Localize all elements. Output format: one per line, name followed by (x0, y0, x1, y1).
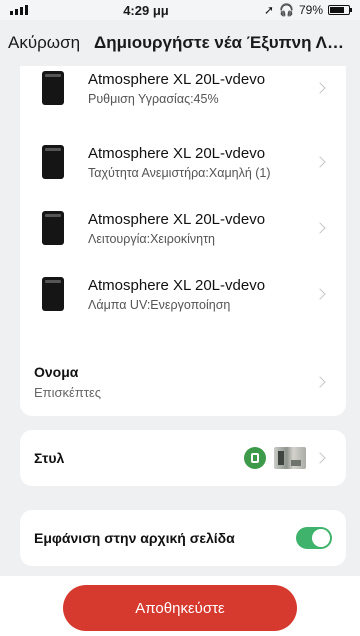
style-background-thumbnail (274, 447, 306, 469)
humidifier-icon (42, 145, 64, 179)
show-on-home-row: Εμφάνιση στην αρχική σελίδα (20, 510, 346, 566)
actions-card: Atmosphere XL 20L-vdevo Ρυθμιση Υγρασίας… (20, 66, 346, 394)
name-value: Επισκέπτες (34, 385, 102, 400)
style-row[interactable]: Στυλ (20, 430, 346, 486)
show-on-home-toggle[interactable] (296, 527, 332, 549)
device-row[interactable]: Atmosphere XL 20L-vdevo Λάμπα UV:Ενεργοπ… (20, 262, 346, 326)
device-row[interactable]: Atmosphere XL 20L-vdevo Λειτουργία:Χειρο… (20, 196, 346, 260)
chevron-right-icon (314, 222, 326, 234)
cancel-button[interactable]: Ακύρωση (8, 33, 80, 53)
device-name: Atmosphere XL 20L-vdevo (88, 210, 266, 228)
chevron-right-icon (314, 82, 326, 94)
device-name: Atmosphere XL 20L-vdevo (88, 276, 266, 294)
device-action: Λάμπα UV:Ενεργοποίηση (88, 297, 231, 312)
battery-icon (328, 5, 352, 15)
headphones-icon: 🎧 (279, 3, 294, 17)
status-bar: 4:29 μμ ➚ 🎧 79% (0, 0, 360, 20)
page-title: Δημιουργήστε νέα Έξυπνη Λει... (94, 33, 352, 52)
signal-icon (10, 5, 28, 15)
device-action: Ρυθμιση Υγρασίας:45% (88, 91, 219, 106)
device-name: Atmosphere XL 20L-vdevo (88, 144, 266, 162)
chevron-right-icon (314, 288, 326, 300)
chevron-right-icon (314, 156, 326, 168)
location-icon: ➚ (263, 3, 275, 17)
humidifier-icon (42, 71, 64, 105)
show-on-home-label: Εμφάνιση στην αρχική σελίδα (34, 530, 235, 546)
device-row[interactable]: Atmosphere XL 20L-vdevo Ταχύτητα Ανεμιστ… (20, 130, 346, 194)
chevron-right-icon (314, 452, 326, 464)
style-icon (244, 447, 266, 469)
chevron-right-icon (314, 376, 326, 388)
humidifier-icon (42, 211, 64, 245)
device-action: Ταχύτητα Ανεμιστήρα:Χαμηλή (1) (88, 165, 271, 180)
status-time: 4:29 μμ (123, 2, 169, 18)
device-row[interactable]: Atmosphere XL 20L-vdevo Ρυθμιση Υγρασίας… (20, 66, 346, 120)
name-label: Ονομα (34, 364, 79, 380)
style-label: Στυλ (34, 450, 65, 466)
save-button[interactable]: Αποθηκεύστε (63, 585, 297, 631)
device-action: Λειτουργία:Χειροκίνητη (88, 231, 215, 246)
name-row[interactable]: Ονομα Επισκέπτες (20, 348, 346, 416)
scroll-content[interactable]: Atmosphere XL 20L-vdevo Ρυθμιση Υγρασίας… (0, 66, 360, 576)
nav-header: Ακύρωση Δημιουργήστε νέα Έξυπνη Λει... (0, 20, 360, 66)
battery-percent: 79% (298, 3, 323, 17)
bottom-bar: Αποθηκεύστε (0, 576, 360, 636)
humidifier-icon (42, 277, 64, 311)
device-name: Atmosphere XL 20L-vdevo (88, 70, 266, 88)
status-right: ➚ 🎧 79% (263, 3, 352, 17)
